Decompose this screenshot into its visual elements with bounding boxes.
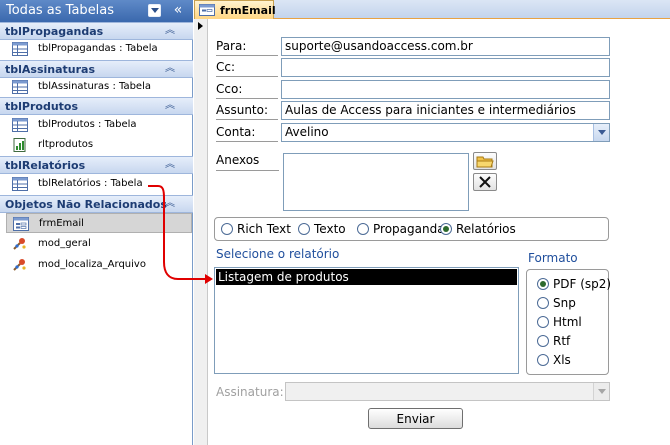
conta-value: Avelino xyxy=(285,125,329,139)
tipo-option-group: Rich Text Texto Propaganda Relatórios xyxy=(214,217,609,241)
radio-label: Snp xyxy=(553,296,576,310)
nav-group-label: tblRelatórios xyxy=(5,159,86,172)
remove-attachment-button[interactable] xyxy=(473,173,497,191)
radio-dot xyxy=(537,278,549,290)
relatorio-label: Selecione o relatório xyxy=(216,247,340,261)
radio-label: PDF (sp2) xyxy=(553,277,612,291)
nav-group-objetos-nao-relacionados[interactable]: Objetos Não Relacionados ︽ xyxy=(0,195,193,213)
tab-frmemail[interactable]: frmEmail xyxy=(194,0,276,20)
nav-dropdown-icon[interactable] xyxy=(148,4,161,17)
radio-dot xyxy=(537,354,549,366)
radio-label: Html xyxy=(553,315,582,329)
cc-field[interactable] xyxy=(281,58,610,77)
form-icon xyxy=(13,217,29,231)
radio-label: Rtf xyxy=(553,334,571,348)
cco-field[interactable] xyxy=(281,80,610,99)
formato-option-group: PDF (sp2) Snp Html Rtf Xls xyxy=(526,269,612,375)
nav-item-label: tblProdutos : Tabela xyxy=(38,119,137,130)
chevron-down-icon[interactable] xyxy=(593,383,609,400)
nav-header: Todas as Tabelas « xyxy=(0,0,193,22)
nav-item-frmemail[interactable]: frmEmail xyxy=(6,213,192,233)
radio-dot xyxy=(221,223,233,235)
document-tab-strip: frmEmail xyxy=(194,0,670,20)
open-folder-button[interactable] xyxy=(473,152,497,170)
nav-collapse-icon[interactable]: « xyxy=(169,1,187,19)
nav-item-label: tblRelatórios : Tabela xyxy=(38,178,143,189)
radio-dot xyxy=(357,223,369,235)
anexos-list[interactable] xyxy=(283,153,469,211)
conta-label: Conta: xyxy=(216,124,278,142)
table-icon xyxy=(12,118,28,132)
list-item[interactable]: Listagem de produtos xyxy=(216,269,517,285)
tab-label: frmEmail xyxy=(220,4,276,17)
module-icon xyxy=(13,259,26,271)
collapse-chevron-icon[interactable]: ︽ xyxy=(163,159,177,171)
radio-dot xyxy=(440,223,452,235)
para-field[interactable]: suporte@usandoaccess.com.br xyxy=(281,37,610,56)
form-body: Para: suporte@usandoaccess.com.br Cc: Cc… xyxy=(208,19,670,445)
nav-item-label: tblPropagandas : Tabela xyxy=(38,43,158,54)
relatorio-listbox[interactable]: Listagem de produtos xyxy=(214,267,519,374)
document-area: frmEmail Para: suporte@usandoaccess.com.… xyxy=(194,0,670,445)
assunto-field[interactable]: Aulas de Access para iniciantes e interm… xyxy=(281,101,610,120)
nav-item-tblassinaturas-tabela[interactable]: tblAssinaturas : Tabela xyxy=(6,77,192,97)
nav-title[interactable]: Todas as Tabelas xyxy=(6,3,114,18)
record-selector[interactable] xyxy=(194,19,208,445)
nav-item-mod-geral[interactable]: mod_geral xyxy=(6,234,192,254)
nav-group-label: tblPropagandas xyxy=(5,25,104,38)
radio-label: Texto xyxy=(314,222,346,236)
nav-item-label: mod_localiza_Arquivo xyxy=(38,259,146,270)
radio-dot xyxy=(537,297,549,309)
assinatura-label: Assinatura: xyxy=(216,385,284,399)
form-icon xyxy=(199,4,215,16)
nav-item-rltprodutos[interactable]: rltprodutos xyxy=(6,135,192,155)
radio-dot xyxy=(298,223,310,235)
radio-label: Xls xyxy=(553,353,571,367)
conta-combo[interactable]: Avelino xyxy=(281,123,610,142)
nav-item-tblrelatorios-tabela[interactable]: tblRelatórios : Tabela xyxy=(6,174,192,194)
nav-item-label: mod_geral xyxy=(38,238,91,249)
table-icon xyxy=(12,42,28,56)
nav-group-label: Objetos Não Relacionados xyxy=(5,198,167,211)
nav-item-tblpropagandas-tabela[interactable]: tblPropagandas : Tabela xyxy=(6,39,192,59)
enviar-button[interactable]: Enviar xyxy=(368,408,463,429)
radio-label: Rich Text xyxy=(237,222,291,236)
nav-item-label: frmEmail xyxy=(39,218,84,229)
module-icon xyxy=(13,238,26,250)
radio-dot xyxy=(537,335,549,347)
collapse-chevron-icon[interactable]: ︽ xyxy=(163,100,177,112)
table-icon xyxy=(12,80,28,94)
nav-group-label: tblAssinaturas xyxy=(5,63,96,76)
nav-group-tblrelatorios[interactable]: tblRelatórios ︽ xyxy=(0,156,193,174)
radio-label: Relatórios xyxy=(456,222,516,236)
collapse-chevron-icon[interactable]: ︽ xyxy=(163,25,177,37)
table-icon xyxy=(12,177,28,191)
report-icon xyxy=(13,138,26,152)
nav-group-tblassinaturas[interactable]: tblAssinaturas ︽ xyxy=(0,60,193,78)
nav-group-tblpropagandas[interactable]: tblPropagandas ︽ xyxy=(0,22,193,40)
cco-label: Cco: xyxy=(216,81,278,99)
para-label: Para: xyxy=(216,38,278,56)
radio-label: Propaganda xyxy=(373,222,445,236)
nav-group-tblprodutos[interactable]: tblProdutos ︽ xyxy=(0,97,193,115)
close-icon xyxy=(479,176,491,188)
collapse-chevron-icon[interactable]: ︽ xyxy=(163,198,177,210)
nav-item-tblprodutos-tabela[interactable]: tblProdutos : Tabela xyxy=(6,115,192,135)
assinatura-combo[interactable] xyxy=(285,382,610,401)
radio-dot xyxy=(537,316,549,328)
nav-group-label: tblProdutos xyxy=(5,100,79,113)
nav-item-mod-localiza-arquivo[interactable]: mod_localiza_Arquivo xyxy=(6,255,192,275)
assunto-label: Assunto: xyxy=(216,102,278,120)
navigation-pane: Todas as Tabelas « tblPropagandas ︽ tblP… xyxy=(0,0,193,445)
cc-label: Cc: xyxy=(216,59,278,77)
nav-item-label: tblAssinaturas : Tabela xyxy=(38,81,151,92)
collapse-chevron-icon[interactable]: ︽ xyxy=(163,63,177,75)
folder-icon xyxy=(476,156,494,168)
chevron-down-icon[interactable] xyxy=(593,124,609,141)
nav-item-label: rltprodutos xyxy=(38,139,94,150)
anexos-label: Anexos xyxy=(216,153,279,171)
formato-label: Formato xyxy=(528,251,578,265)
